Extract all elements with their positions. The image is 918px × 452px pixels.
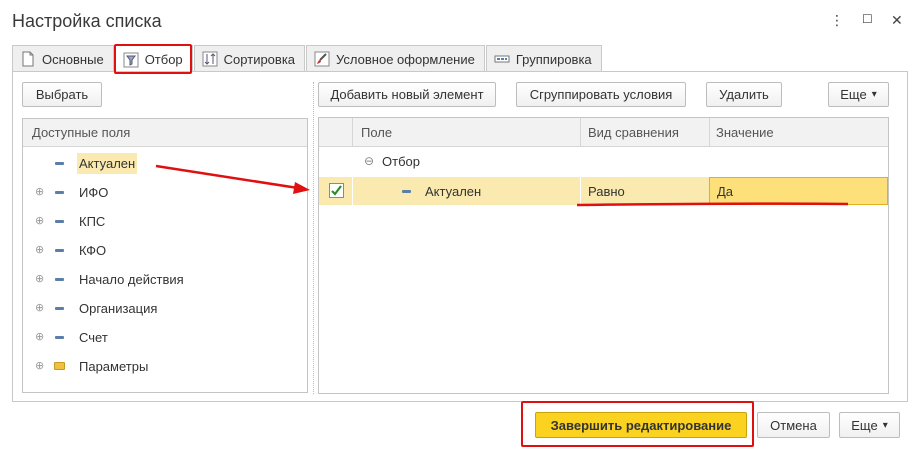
row-value: Да — [717, 184, 734, 199]
expand-icon[interactable]: ⊕ — [35, 360, 44, 371]
tree-item-label: Параметры — [79, 358, 149, 374]
tree-item-label: Организация — [79, 300, 158, 316]
available-fields-header: Доступные поля — [23, 119, 307, 147]
filter-root-label: Отбор — [382, 153, 420, 169]
more-button-label: Еще — [840, 87, 867, 102]
collapse-icon[interactable]: ⊖ — [364, 149, 374, 173]
field-icon — [55, 248, 64, 252]
field-icon — [55, 219, 64, 223]
expand-icon[interactable]: ⊕ — [35, 331, 44, 342]
brush-icon — [314, 51, 330, 67]
field-icon — [55, 190, 64, 194]
tab-grouping-label: Группировка — [515, 51, 592, 67]
annotation-underline — [576, 202, 849, 207]
column-header-comparison[interactable]: Вид сравнения — [588, 118, 679, 147]
footer-more-button[interactable]: Еще ▾ — [839, 412, 900, 438]
tree-item[interactable]: ⊕ Счет — [23, 325, 307, 349]
sort-icon — [202, 51, 218, 67]
add-element-button[interactable]: Добавить новый элемент — [318, 82, 496, 107]
choose-button[interactable]: Выбрать — [22, 82, 102, 107]
field-icon — [55, 306, 64, 310]
column-header-value[interactable]: Значение — [716, 118, 774, 147]
expand-icon[interactable]: ⊕ — [35, 273, 44, 284]
tree-item[interactable]: ⊕ Начало действия — [23, 267, 307, 291]
tab-main[interactable]: Основные — [12, 45, 114, 72]
window-title: Настройка списка — [12, 11, 162, 31]
page-icon — [22, 51, 34, 67]
footer-more-label: Еще — [851, 417, 878, 433]
tree-item-label: Начало действия — [79, 271, 184, 287]
expand-icon[interactable]: ⊕ — [35, 302, 44, 313]
folder-icon — [54, 362, 65, 370]
field-icon — [55, 277, 64, 281]
tab-sort-label: Сортировка — [223, 51, 296, 67]
expand-icon[interactable]: ⊕ — [35, 186, 44, 197]
annotation-box-filter-tab — [114, 44, 192, 74]
tree-item[interactable]: ⊕ Организация — [23, 296, 307, 320]
tab-grouping[interactable]: Группировка — [485, 45, 602, 72]
annotation-box-finish-button — [521, 401, 754, 447]
more-button[interactable]: Еще ▾ — [828, 82, 889, 107]
tree-item[interactable]: ⊕ Параметры — [23, 354, 307, 378]
filter-grid: Поле Вид сравнения Значение ⊖ Отбор Акту… — [318, 117, 889, 394]
column-header-field[interactable]: Поле — [361, 118, 392, 147]
field-icon — [402, 190, 411, 193]
checkmark-icon — [331, 185, 342, 196]
expand-icon[interactable]: ⊕ — [35, 244, 44, 255]
tab-sort[interactable]: Сортировка — [193, 45, 306, 72]
group-conditions-button[interactable]: Сгруппировать условия — [516, 82, 686, 107]
tree-item-label: Актуален — [77, 152, 138, 174]
panel-splitter[interactable] — [313, 82, 314, 394]
tab-bar: Основные Отбор Сортировка Условное оформ… — [12, 45, 603, 73]
close-icon[interactable]: ✕ — [891, 12, 903, 29]
cancel-button[interactable]: Отмена — [757, 412, 830, 438]
delete-button[interactable]: Удалить — [706, 82, 782, 107]
group-icon — [494, 55, 510, 63]
annotation-arrow — [155, 164, 310, 194]
more-menu-icon[interactable]: ⋮ — [830, 12, 844, 29]
field-icon — [55, 335, 64, 339]
tab-main-label: Основные — [42, 51, 104, 67]
tree-item[interactable]: ⊕ КПС — [23, 209, 307, 233]
tab-conditional-format[interactable]: Условное оформление — [306, 45, 485, 72]
field-icon — [55, 161, 64, 165]
tree-item-label: ИФО — [79, 184, 109, 200]
tree-item-label: КФО — [79, 242, 107, 258]
tab-conditional-format-label: Условное оформление — [336, 51, 475, 67]
expand-icon[interactable]: ⊕ — [35, 215, 44, 226]
tree-item-label: Счет — [79, 329, 108, 345]
row-checkbox[interactable] — [329, 183, 344, 198]
maximize-icon[interactable]: ☐ — [862, 12, 873, 26]
row-field: Актуален — [425, 183, 482, 199]
chevron-down-icon: ▾ — [871, 89, 877, 100]
tree-item[interactable]: ⊕ КФО — [23, 238, 307, 262]
tree-item-label: КПС — [79, 213, 106, 229]
chevron-down-icon: ▾ — [882, 419, 888, 431]
